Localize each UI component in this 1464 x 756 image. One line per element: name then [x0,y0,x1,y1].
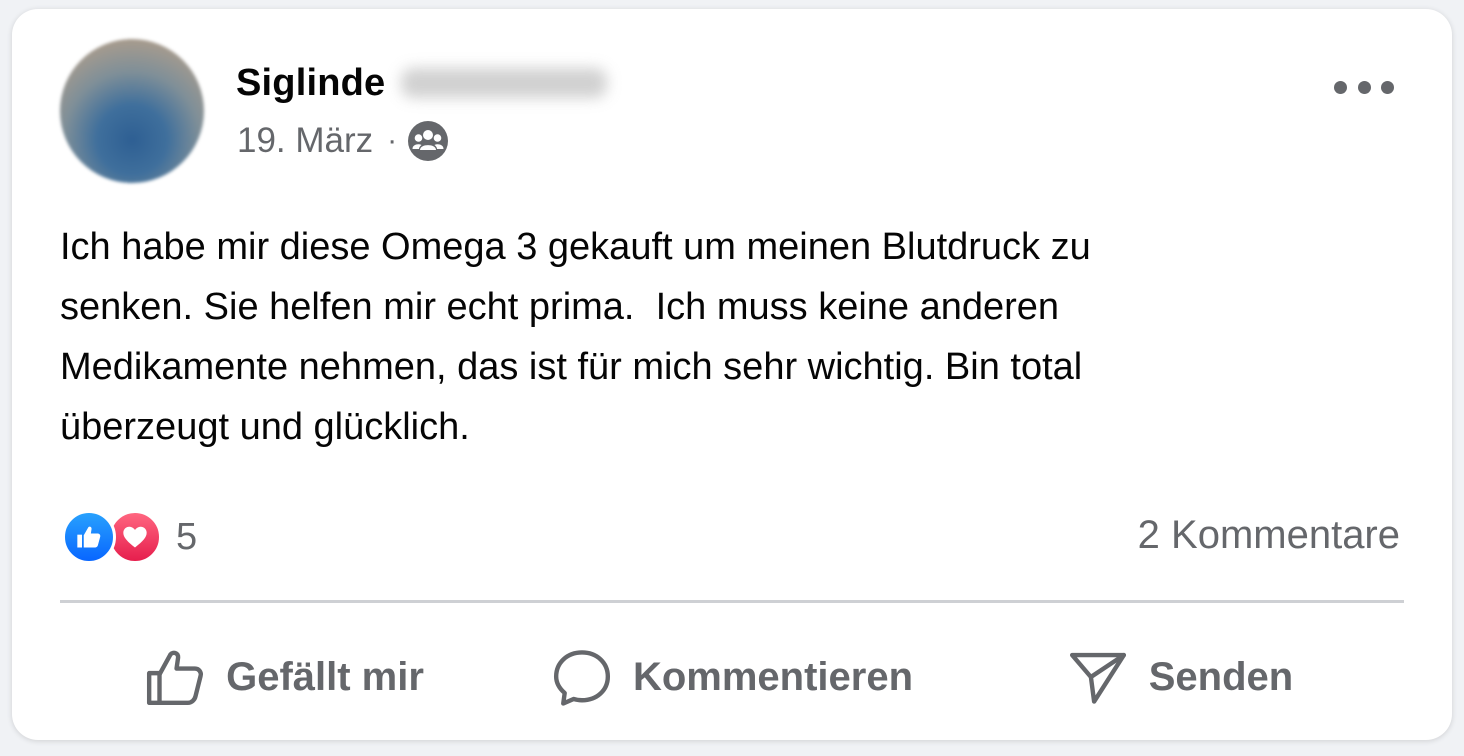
comment-button[interactable]: Kommentieren [508,629,956,725]
post-date[interactable]: 19. März [237,121,373,161]
post-actions: Gefällt mir Kommentieren Senden [60,629,1404,725]
like-label: Gefällt mir [226,654,424,699]
more-options-icon[interactable] [1334,69,1394,105]
send-button[interactable]: Senden [956,629,1404,725]
post-card: Siglinde 19. März · Ich habe mir diese O… [12,9,1452,740]
comments-count[interactable]: 2 Kommentare [1138,513,1400,558]
comment-icon [553,650,610,706]
post-body-text: Ich habe mir diese Omega 3 gekauft um me… [60,226,1091,448]
group-icon[interactable] [407,120,449,162]
meta-separator: · [387,124,398,157]
post-meta: 19. März · [237,119,449,163]
like-reaction-icon [62,510,116,564]
like-button[interactable]: Gefällt mir [60,629,508,725]
reactions-summary[interactable]: 5 [62,509,197,565]
author-avatar[interactable] [60,39,204,183]
author-last-name-redacted [401,68,608,98]
send-icon [1069,652,1126,704]
more-dot [1334,80,1347,94]
love-reaction-icon [108,510,162,564]
reaction-count: 5 [176,515,198,558]
author-name[interactable]: Siglinde [236,62,385,105]
author-header: Siglinde [236,59,608,107]
send-label: Senden [1148,654,1294,699]
more-dot [1381,80,1394,94]
divider [60,600,1404,603]
thumbs-up-icon [147,650,204,706]
more-dot [1357,80,1371,94]
comment-label: Kommentieren [632,654,914,699]
